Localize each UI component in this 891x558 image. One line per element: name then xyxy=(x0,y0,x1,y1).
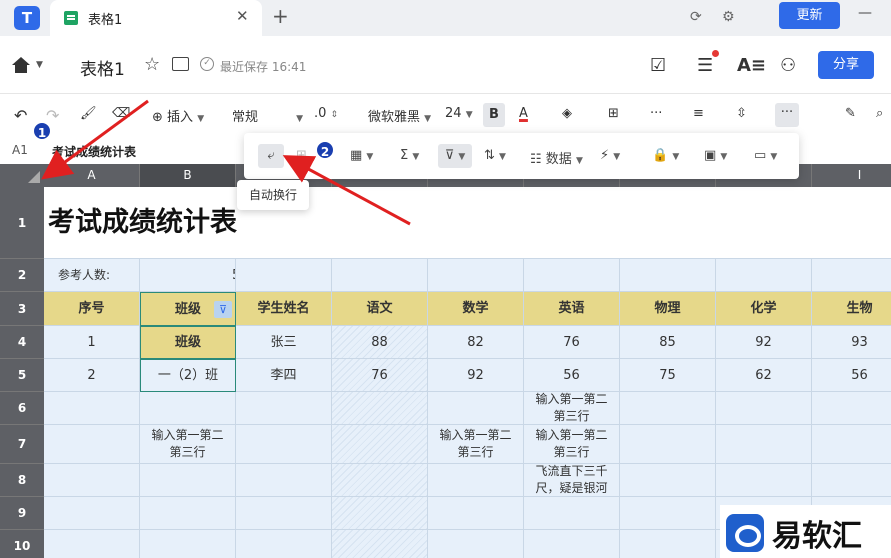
arrow-2 xyxy=(282,155,411,226)
app-window: T 表格1 ✕ + ⟳ ⚙ 更新 — ▼ 表格1 ☆ ✓ 最近保存 16:41 … xyxy=(0,0,891,558)
watermark-logo xyxy=(726,514,764,552)
watermark-text: 易软汇 xyxy=(772,519,862,554)
annotation-badge-1: 1 xyxy=(32,121,52,141)
annotation-arrows xyxy=(41,99,411,226)
annotation-badge-2: 2 xyxy=(315,140,335,160)
arrow-1 xyxy=(41,99,149,180)
